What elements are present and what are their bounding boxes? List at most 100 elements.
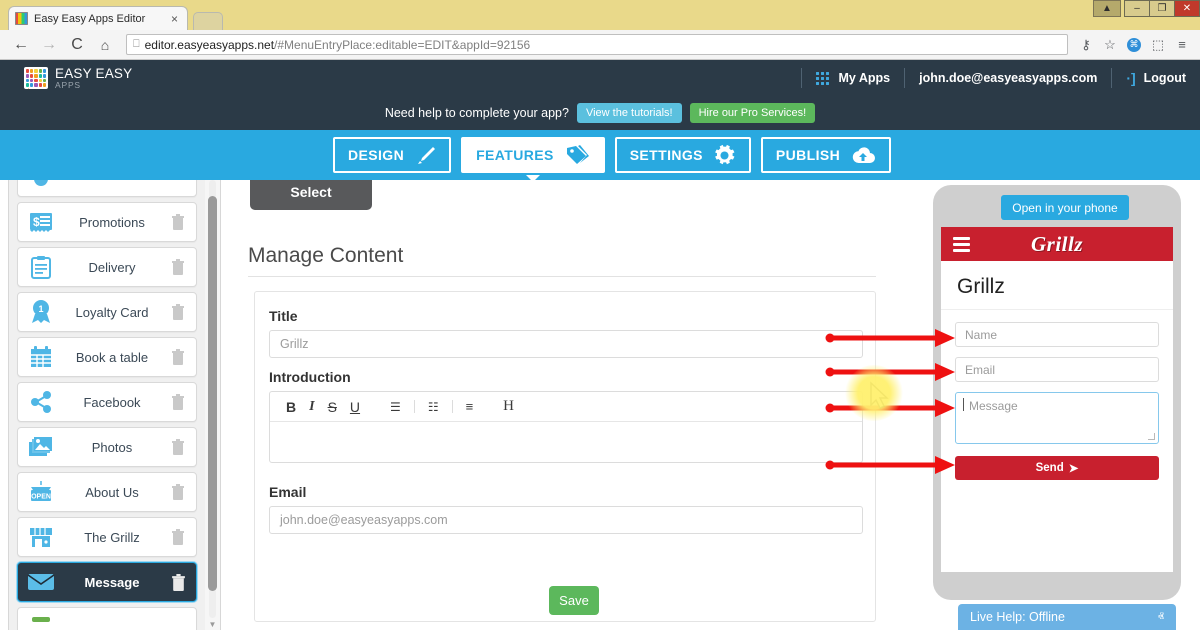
tab-close-icon[interactable]: × — [168, 12, 181, 26]
features-list: $ Promotions Delivery 1 Loyalty Card Boo… — [9, 180, 205, 630]
bold-button[interactable]: B — [286, 400, 296, 414]
home-icon[interactable]: ⌂ — [92, 32, 118, 58]
hire-pro-services-button[interactable]: Hire our Pro Services! — [689, 103, 816, 123]
ribbon-badge-icon: 1 — [26, 297, 56, 327]
bullet-list-button[interactable]: ☰ — [390, 401, 401, 413]
apps-grid-icon — [816, 71, 830, 85]
select-button[interactable]: Select — [250, 180, 372, 210]
tab-publish-label: PUBLISH — [775, 147, 841, 163]
reload-icon[interactable]: C — [64, 32, 90, 58]
sidebar-item-loyalty-card[interactable]: 1 Loyalty Card — [17, 292, 197, 332]
sidebar-item-message[interactable]: Message — [17, 562, 197, 602]
live-help-widget[interactable]: Live Help: Offline ⱏ — [958, 604, 1176, 630]
logout-button[interactable]: Logout — [1144, 71, 1186, 85]
toolbar-divider — [451, 400, 453, 413]
phone-frame: Open in your phone Grillz Grillz Name Em… — [933, 185, 1181, 600]
phone-page-title: Grillz — [957, 275, 1005, 298]
phone-preview-panel: Open in your phone Grillz Grillz Name Em… — [925, 180, 1200, 630]
trash-icon[interactable] — [168, 573, 188, 591]
address-bar[interactable]: ⎕ editor.easyeasyapps.net/#MenuEntryPlac… — [126, 34, 1068, 55]
sidebar-item-book-a-table[interactable]: Book a table — [17, 337, 197, 377]
sidebar-item-the-grillz[interactable]: The Grillz — [17, 517, 197, 557]
sidebar-item-promotions[interactable]: $ Promotions — [17, 202, 197, 242]
trash-icon[interactable] — [168, 304, 188, 320]
sidebar-item-photos[interactable]: Photos — [17, 427, 197, 467]
logo-line2: APPS — [55, 80, 81, 90]
editor-stage: $ Promotions Delivery 1 Loyalty Card Boo… — [0, 180, 1200, 630]
phone-email-input[interactable]: Email — [955, 357, 1159, 382]
my-apps-label: My Apps — [838, 71, 891, 85]
text-caret — [963, 398, 964, 411]
easyeasyapps-logo-icon — [24, 67, 48, 89]
sidebar-scrollbar[interactable]: ▼ — [205, 180, 220, 630]
hamburger-icon[interactable] — [953, 236, 970, 252]
tab-features-label: FEATURES — [476, 147, 554, 163]
phone-name-input[interactable]: Name — [955, 322, 1159, 347]
brand-logo[interactable]: EASY EASY APPS — [24, 66, 132, 90]
align-button[interactable]: ≡ — [466, 400, 474, 413]
cast-icon[interactable]: ⬚ — [1148, 35, 1168, 55]
chevron-up-icon[interactable]: ⱏ — [1158, 610, 1164, 625]
introduction-textarea[interactable] — [270, 422, 862, 462]
trash-icon[interactable] — [168, 439, 188, 455]
tab-publish[interactable]: PUBLISH — [760, 137, 892, 173]
trash-icon[interactable] — [168, 349, 188, 365]
password-key-icon[interactable]: ⚷ — [1076, 35, 1096, 55]
extension-icon[interactable]: ⌘ — [1124, 35, 1144, 55]
open-in-your-phone-button[interactable]: Open in your phone — [1001, 195, 1129, 220]
trash-icon[interactable] — [168, 214, 188, 230]
sidebar-item-label: Loyalty Card — [75, 304, 149, 320]
account-email[interactable]: john.doe@easyeasyapps.com — [919, 71, 1097, 85]
sidebar-item-delivery[interactable]: Delivery — [17, 247, 197, 287]
sidebar-item-label: Message — [84, 574, 140, 590]
editor-toolbar: B I S U ☰ ☷ ≡ H — [270, 392, 862, 422]
send-plane-icon: ➤ — [1068, 463, 1079, 475]
introduction-editor[interactable]: B I S U ☰ ☷ ≡ H — [269, 391, 863, 463]
gear-icon — [713, 144, 736, 167]
scrollbar-thumb[interactable] — [208, 196, 217, 591]
tab-settings[interactable]: SETTINGS — [614, 137, 751, 173]
my-apps-link[interactable]: My Apps — [816, 71, 890, 85]
tab-design[interactable]: DESIGN — [333, 137, 452, 173]
sidebar-item-facebook[interactable]: Facebook — [17, 382, 197, 422]
strikethrough-button[interactable]: S — [328, 400, 337, 414]
italic-button[interactable]: I — [309, 399, 314, 414]
underline-button[interactable]: U — [350, 400, 360, 414]
view-tutorials-button[interactable]: View the tutorials! — [576, 103, 682, 123]
new-tab-button[interactable] — [193, 12, 223, 30]
back-icon[interactable]: ← — [8, 32, 34, 58]
partial-top-icon — [26, 180, 56, 192]
scroll-down-arrow[interactable]: ▼ — [205, 618, 220, 630]
sidebar-item-about-us[interactable]: OPEN About Us — [17, 472, 197, 512]
share-icon — [26, 387, 56, 417]
phone-app-header: Grillz — [941, 227, 1173, 261]
numbered-list-button[interactable]: ☷ — [428, 401, 439, 413]
heading-button[interactable]: H — [503, 399, 514, 414]
svg-text:$: $ — [33, 215, 40, 229]
phone-send-button[interactable]: Send ➤ — [955, 456, 1159, 480]
sidebar-item-partial-bottom[interactable] — [17, 607, 197, 630]
storefront-icon — [26, 522, 56, 552]
clipboard-icon — [26, 252, 56, 282]
tags-icon — [564, 144, 590, 166]
trash-icon[interactable] — [168, 529, 188, 545]
email-input[interactable]: john.doe@easyeasyapps.com — [269, 506, 863, 534]
sidebar-item-partial-top[interactable] — [17, 180, 197, 197]
trash-icon[interactable] — [168, 394, 188, 410]
title-input[interactable]: Grillz — [269, 330, 863, 358]
trash-icon[interactable] — [168, 259, 188, 275]
title-label: Title — [269, 308, 298, 324]
save-button[interactable]: Save — [549, 586, 599, 615]
header-divider — [1111, 68, 1113, 88]
calendar-icon — [26, 342, 56, 372]
browser-tab[interactable]: Easy Easy Apps Editor × — [8, 6, 188, 30]
phone-message-textarea[interactable]: Message — [955, 392, 1159, 444]
browser-toolbar: ← → C ⌂ ⎕ editor.easyeasyapps.net/#MenuE… — [0, 30, 1200, 60]
phone-screen: Grillz Grillz Name Email Message Send ➤ — [941, 227, 1173, 572]
tab-features[interactable]: FEATURES — [461, 137, 605, 173]
sidebar-item-label: The Grillz — [84, 529, 140, 545]
browser-menu-icon[interactable]: ≡ — [1172, 35, 1192, 55]
svg-text:OPEN: OPEN — [31, 494, 51, 501]
trash-icon[interactable] — [168, 484, 188, 500]
bookmark-star-icon[interactable]: ☆ — [1100, 35, 1120, 55]
